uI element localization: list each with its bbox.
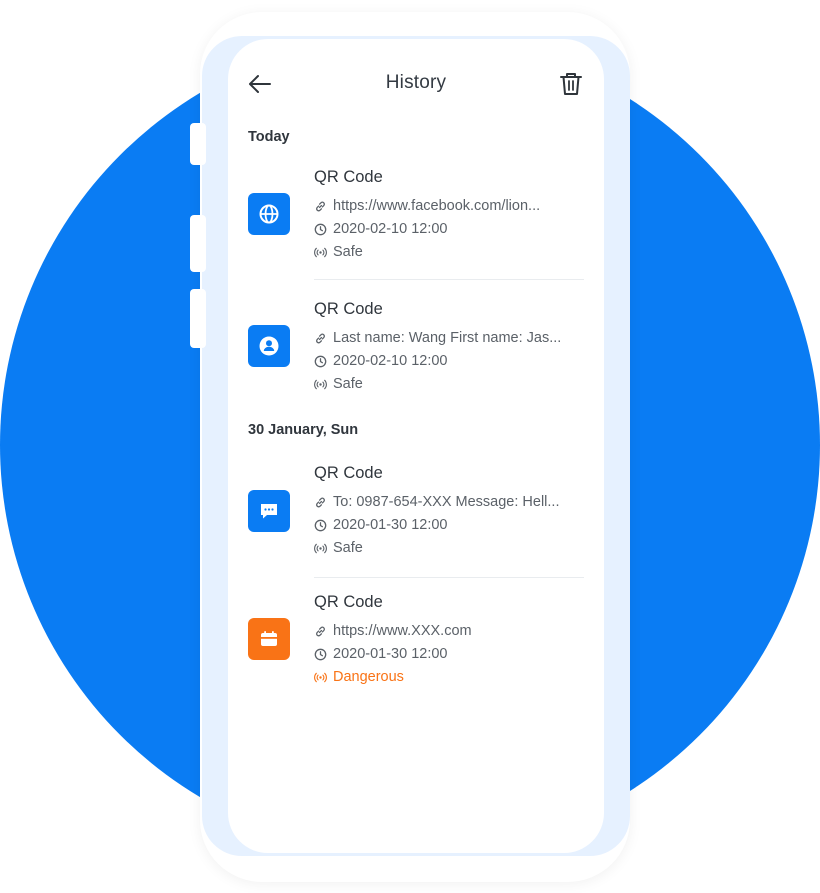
item-title: QR Code [314, 593, 383, 611]
item-time: 2020-02-10 12:00 [333, 353, 448, 369]
app-header: History [228, 39, 604, 129]
item-time: 2020-01-30 12:00 [333, 646, 448, 662]
signal-icon [314, 247, 327, 257]
history-item[interactable]: QR Code Last name: Wang First name: Jas.… [228, 295, 604, 415]
signal-icon [314, 543, 327, 553]
clock-icon [314, 648, 327, 660]
link-icon [316, 626, 325, 636]
signal-icon [314, 672, 327, 682]
link-icon [316, 333, 325, 343]
item-title: QR Code [314, 168, 383, 186]
divider [314, 577, 584, 578]
phone-volume-up-button [190, 215, 206, 272]
section-heading-today: Today [248, 129, 290, 145]
section-heading-30-january: 30 January, Sun [248, 422, 359, 438]
clock-icon [314, 223, 327, 235]
item-content: Last name: Wang First name: Jas... [333, 330, 562, 346]
calendar-icon [248, 618, 290, 660]
item-title: QR Code [314, 464, 383, 482]
divider [314, 279, 584, 280]
app-screen: History Today QR Code https://www.facebo… [228, 39, 604, 853]
trash-icon [560, 73, 582, 95]
contact-icon [248, 325, 290, 367]
item-content: To: 0987-654-XXX Message: Hell... [333, 494, 560, 510]
item-status: Safe [333, 376, 363, 392]
item-status: Safe [333, 244, 363, 260]
page-title: History [385, 72, 447, 93]
item-content: https://www.XXX.com [333, 623, 472, 639]
message-icon [248, 490, 290, 532]
item-time: 2020-02-10 12:00 [333, 221, 448, 237]
clock-icon [314, 355, 327, 367]
item-status: Safe [333, 540, 363, 556]
item-title: QR Code [314, 300, 383, 318]
clock-icon [314, 519, 327, 531]
globe-icon [248, 193, 290, 235]
link-icon [316, 201, 325, 211]
history-item[interactable]: QR Code https://www.facebook.com/lion...… [228, 163, 604, 283]
item-content: https://www.facebook.com/lion... [333, 198, 541, 214]
delete-history-button[interactable] [558, 70, 584, 98]
signal-icon [314, 379, 327, 389]
item-time: 2020-01-30 12:00 [333, 517, 448, 533]
history-item[interactable]: QR Code https://www.XXX.com 2020-01-30 1… [228, 593, 604, 713]
link-icon [316, 497, 325, 507]
phone-volume-down-button [190, 289, 206, 348]
history-item[interactable]: QR Code To: 0987-654-XXX Message: Hell..… [228, 461, 604, 581]
item-status-dangerous: Dangerous [333, 669, 404, 685]
phone-side-button [190, 123, 206, 165]
